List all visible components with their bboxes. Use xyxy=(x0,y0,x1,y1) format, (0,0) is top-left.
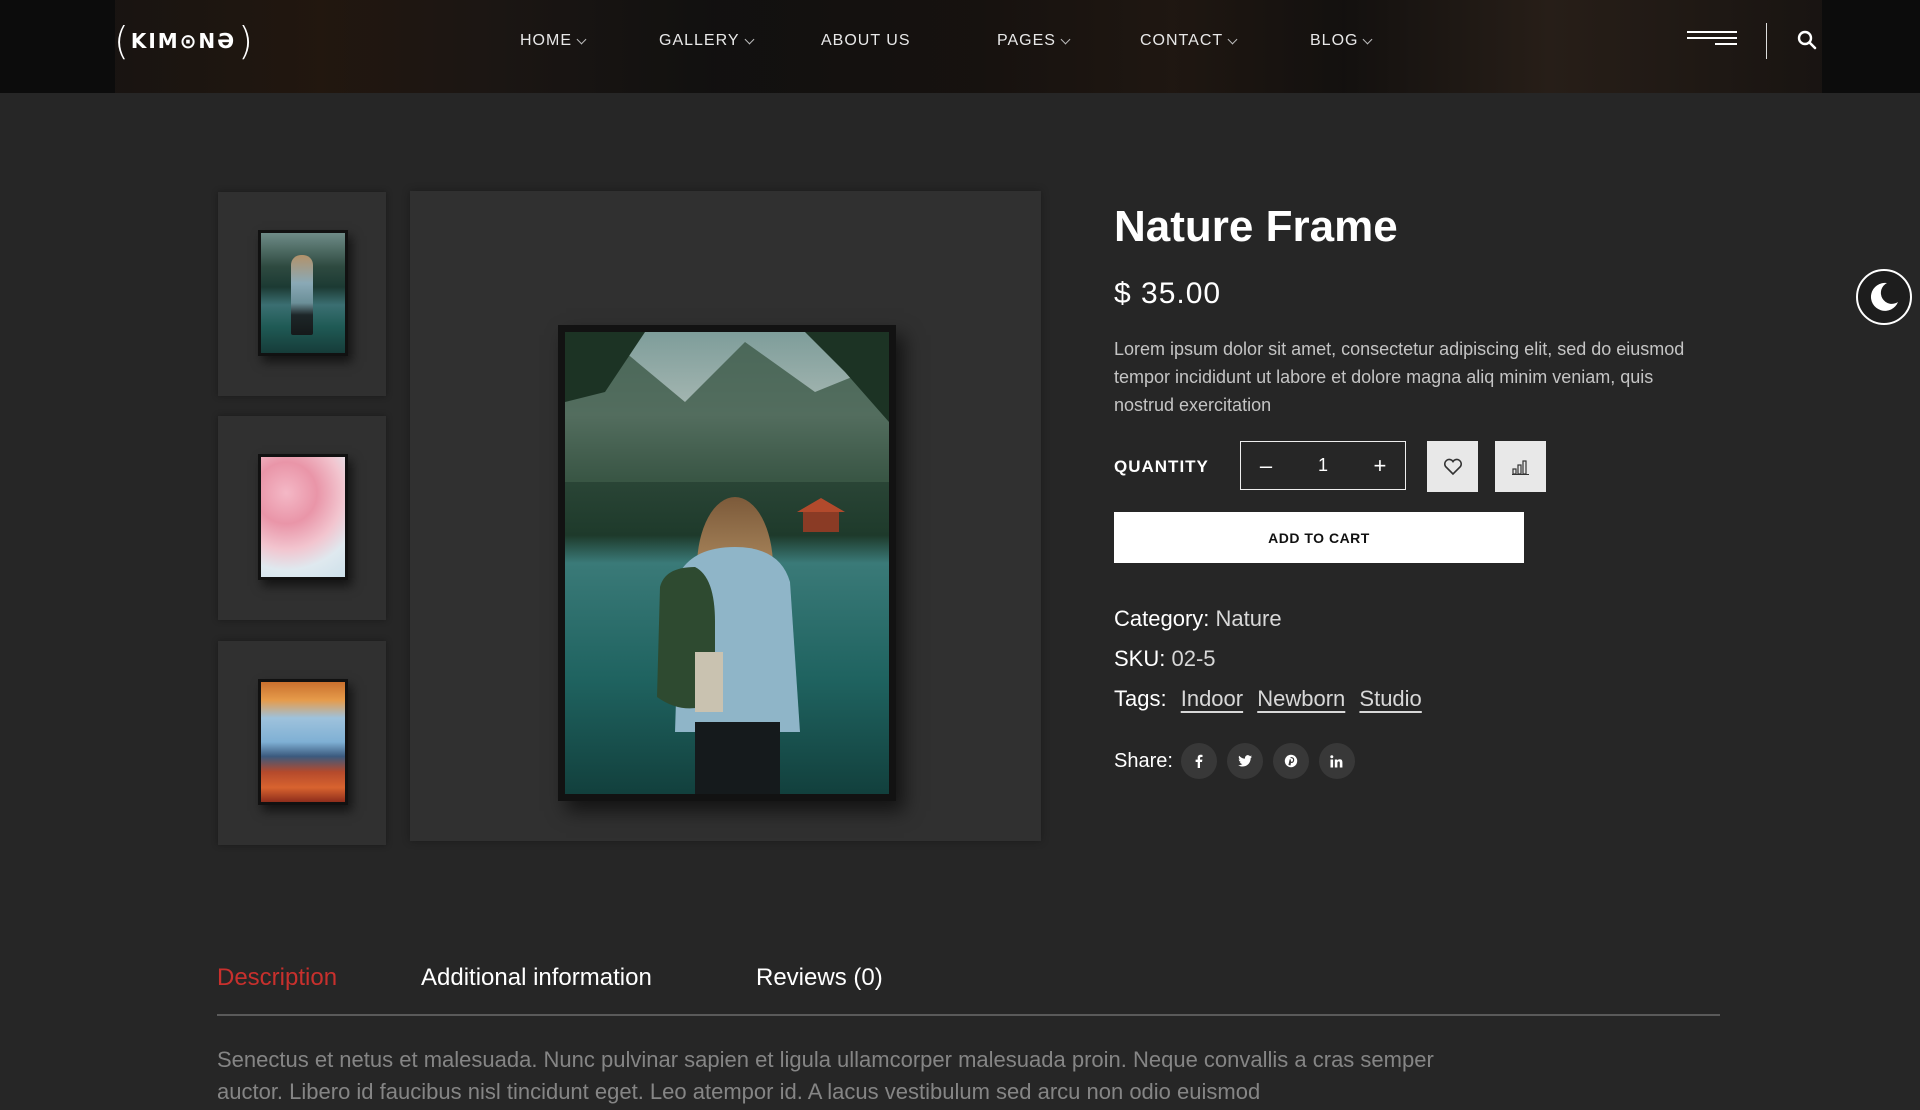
facebook-icon[interactable] xyxy=(1180,743,1217,779)
thumbnail-cherry-blossom[interactable] xyxy=(218,416,386,620)
hamburger-line xyxy=(1715,43,1737,45)
tab-description[interactable]: Description xyxy=(217,964,337,992)
nav-pages-label: PAGES xyxy=(997,32,1056,49)
sku-label: SKU: xyxy=(1114,646,1166,671)
linkedin-icon[interactable] xyxy=(1318,743,1355,779)
logo-text: KIM⊙NƏ xyxy=(130,29,237,53)
thumbnail-hiker-lake[interactable] xyxy=(218,192,386,396)
thumbnail-frame xyxy=(258,679,348,805)
nav-contact-label: CONTACT xyxy=(1140,32,1224,49)
product-title: Nature Frame xyxy=(1114,202,1398,251)
chevron-down-icon xyxy=(1227,34,1238,44)
tags-label: Tags: xyxy=(1114,686,1167,711)
heart-icon xyxy=(1443,458,1462,475)
artwork-photo xyxy=(565,332,889,794)
product-description: Lorem ipsum dolor sit amet, consectetur … xyxy=(1114,339,1685,415)
product-sku: SKU: 02-5 xyxy=(1114,646,1216,672)
logo-bracket-left: ( xyxy=(114,19,129,63)
nav-contact[interactable]: CONTACT xyxy=(1140,30,1238,52)
thumbnail-image xyxy=(261,682,345,802)
thumbnail-autumn-mountain[interactable] xyxy=(218,641,386,845)
quantity-increase-button[interactable]: + xyxy=(1355,453,1405,479)
tab-reviews[interactable]: Reviews (0) xyxy=(756,964,883,992)
nav-blog-label: BLOG xyxy=(1310,32,1359,49)
product-main-image[interactable] xyxy=(410,191,1041,841)
share-label: Share: xyxy=(1114,749,1173,772)
hamburger-line xyxy=(1687,31,1737,33)
header-background-image xyxy=(115,0,1822,93)
hamburger-icon[interactable] xyxy=(1687,31,1737,47)
nav-gallery[interactable]: GALLERY xyxy=(659,30,754,52)
hamburger-line xyxy=(1687,37,1737,39)
nav-about-label: ABOUT US xyxy=(821,32,911,49)
product-price: $ 35.00 xyxy=(1114,277,1222,310)
nav-about-us[interactable]: ABOUT US xyxy=(821,30,911,52)
chevron-down-icon xyxy=(1060,34,1071,44)
product-category: Category: Nature xyxy=(1114,606,1282,632)
thumbnail-frame xyxy=(258,454,348,580)
tab-additional-information[interactable]: Additional information xyxy=(421,964,652,992)
nav-home[interactable]: HOME xyxy=(520,30,587,52)
tag-indoor[interactable]: Indoor xyxy=(1181,686,1243,711)
nav-blog[interactable]: BLOG xyxy=(1310,30,1373,52)
add-to-cart-button[interactable]: ADD TO CART xyxy=(1114,512,1524,563)
theme-toggle-button[interactable] xyxy=(1856,269,1912,325)
sku-value: 02-5 xyxy=(1171,646,1216,671)
quantity-decrease-button[interactable]: – xyxy=(1241,453,1291,479)
moon-icon xyxy=(1870,282,1898,311)
nav-home-label: HOME xyxy=(520,32,572,49)
twitter-icon[interactable] xyxy=(1226,743,1263,779)
quantity-stepper: – 1 + xyxy=(1240,441,1406,490)
nav-gallery-label: GALLERY xyxy=(659,32,740,49)
description-text: Senectus et netus et malesuada. Nunc pul… xyxy=(217,1047,1434,1104)
logo-bracket-right: ) xyxy=(238,19,253,63)
site-logo[interactable]: ( KIM⊙NƏ ) xyxy=(114,19,253,63)
compare-button[interactable] xyxy=(1495,441,1546,492)
category-label: Category: xyxy=(1114,606,1210,631)
chevron-down-icon xyxy=(744,34,754,44)
category-value[interactable]: Nature xyxy=(1216,606,1282,631)
compare-bars-icon xyxy=(1511,459,1529,475)
pinterest-icon[interactable] xyxy=(1272,743,1309,779)
wishlist-button[interactable] xyxy=(1427,441,1478,492)
share-row: Share: xyxy=(1114,743,1355,779)
thumbnail-frame xyxy=(258,230,348,356)
thumbnail-image xyxy=(261,233,345,353)
quantity-input[interactable]: 1 xyxy=(1318,455,1328,476)
site-header: ( KIM⊙NƏ ) HOME GALLERY ABOUT US PAGES C… xyxy=(0,0,1920,93)
chevron-down-icon xyxy=(576,34,587,44)
tag-studio[interactable]: Studio xyxy=(1359,686,1421,711)
chevron-down-icon xyxy=(1363,34,1373,44)
quantity-label: QUANTITY xyxy=(1114,457,1209,476)
product-tags: Tags: Indoor Newborn Studio xyxy=(1114,686,1422,712)
framed-artwork xyxy=(558,325,896,801)
thumbnail-image xyxy=(261,457,345,577)
hiker-lake-illustration xyxy=(565,332,889,794)
tag-newborn[interactable]: Newborn xyxy=(1257,686,1345,711)
tabs-divider xyxy=(217,1014,1720,1016)
search-icon[interactable] xyxy=(1797,30,1817,50)
header-divider xyxy=(1766,23,1767,59)
nav-pages[interactable]: PAGES xyxy=(997,30,1071,52)
